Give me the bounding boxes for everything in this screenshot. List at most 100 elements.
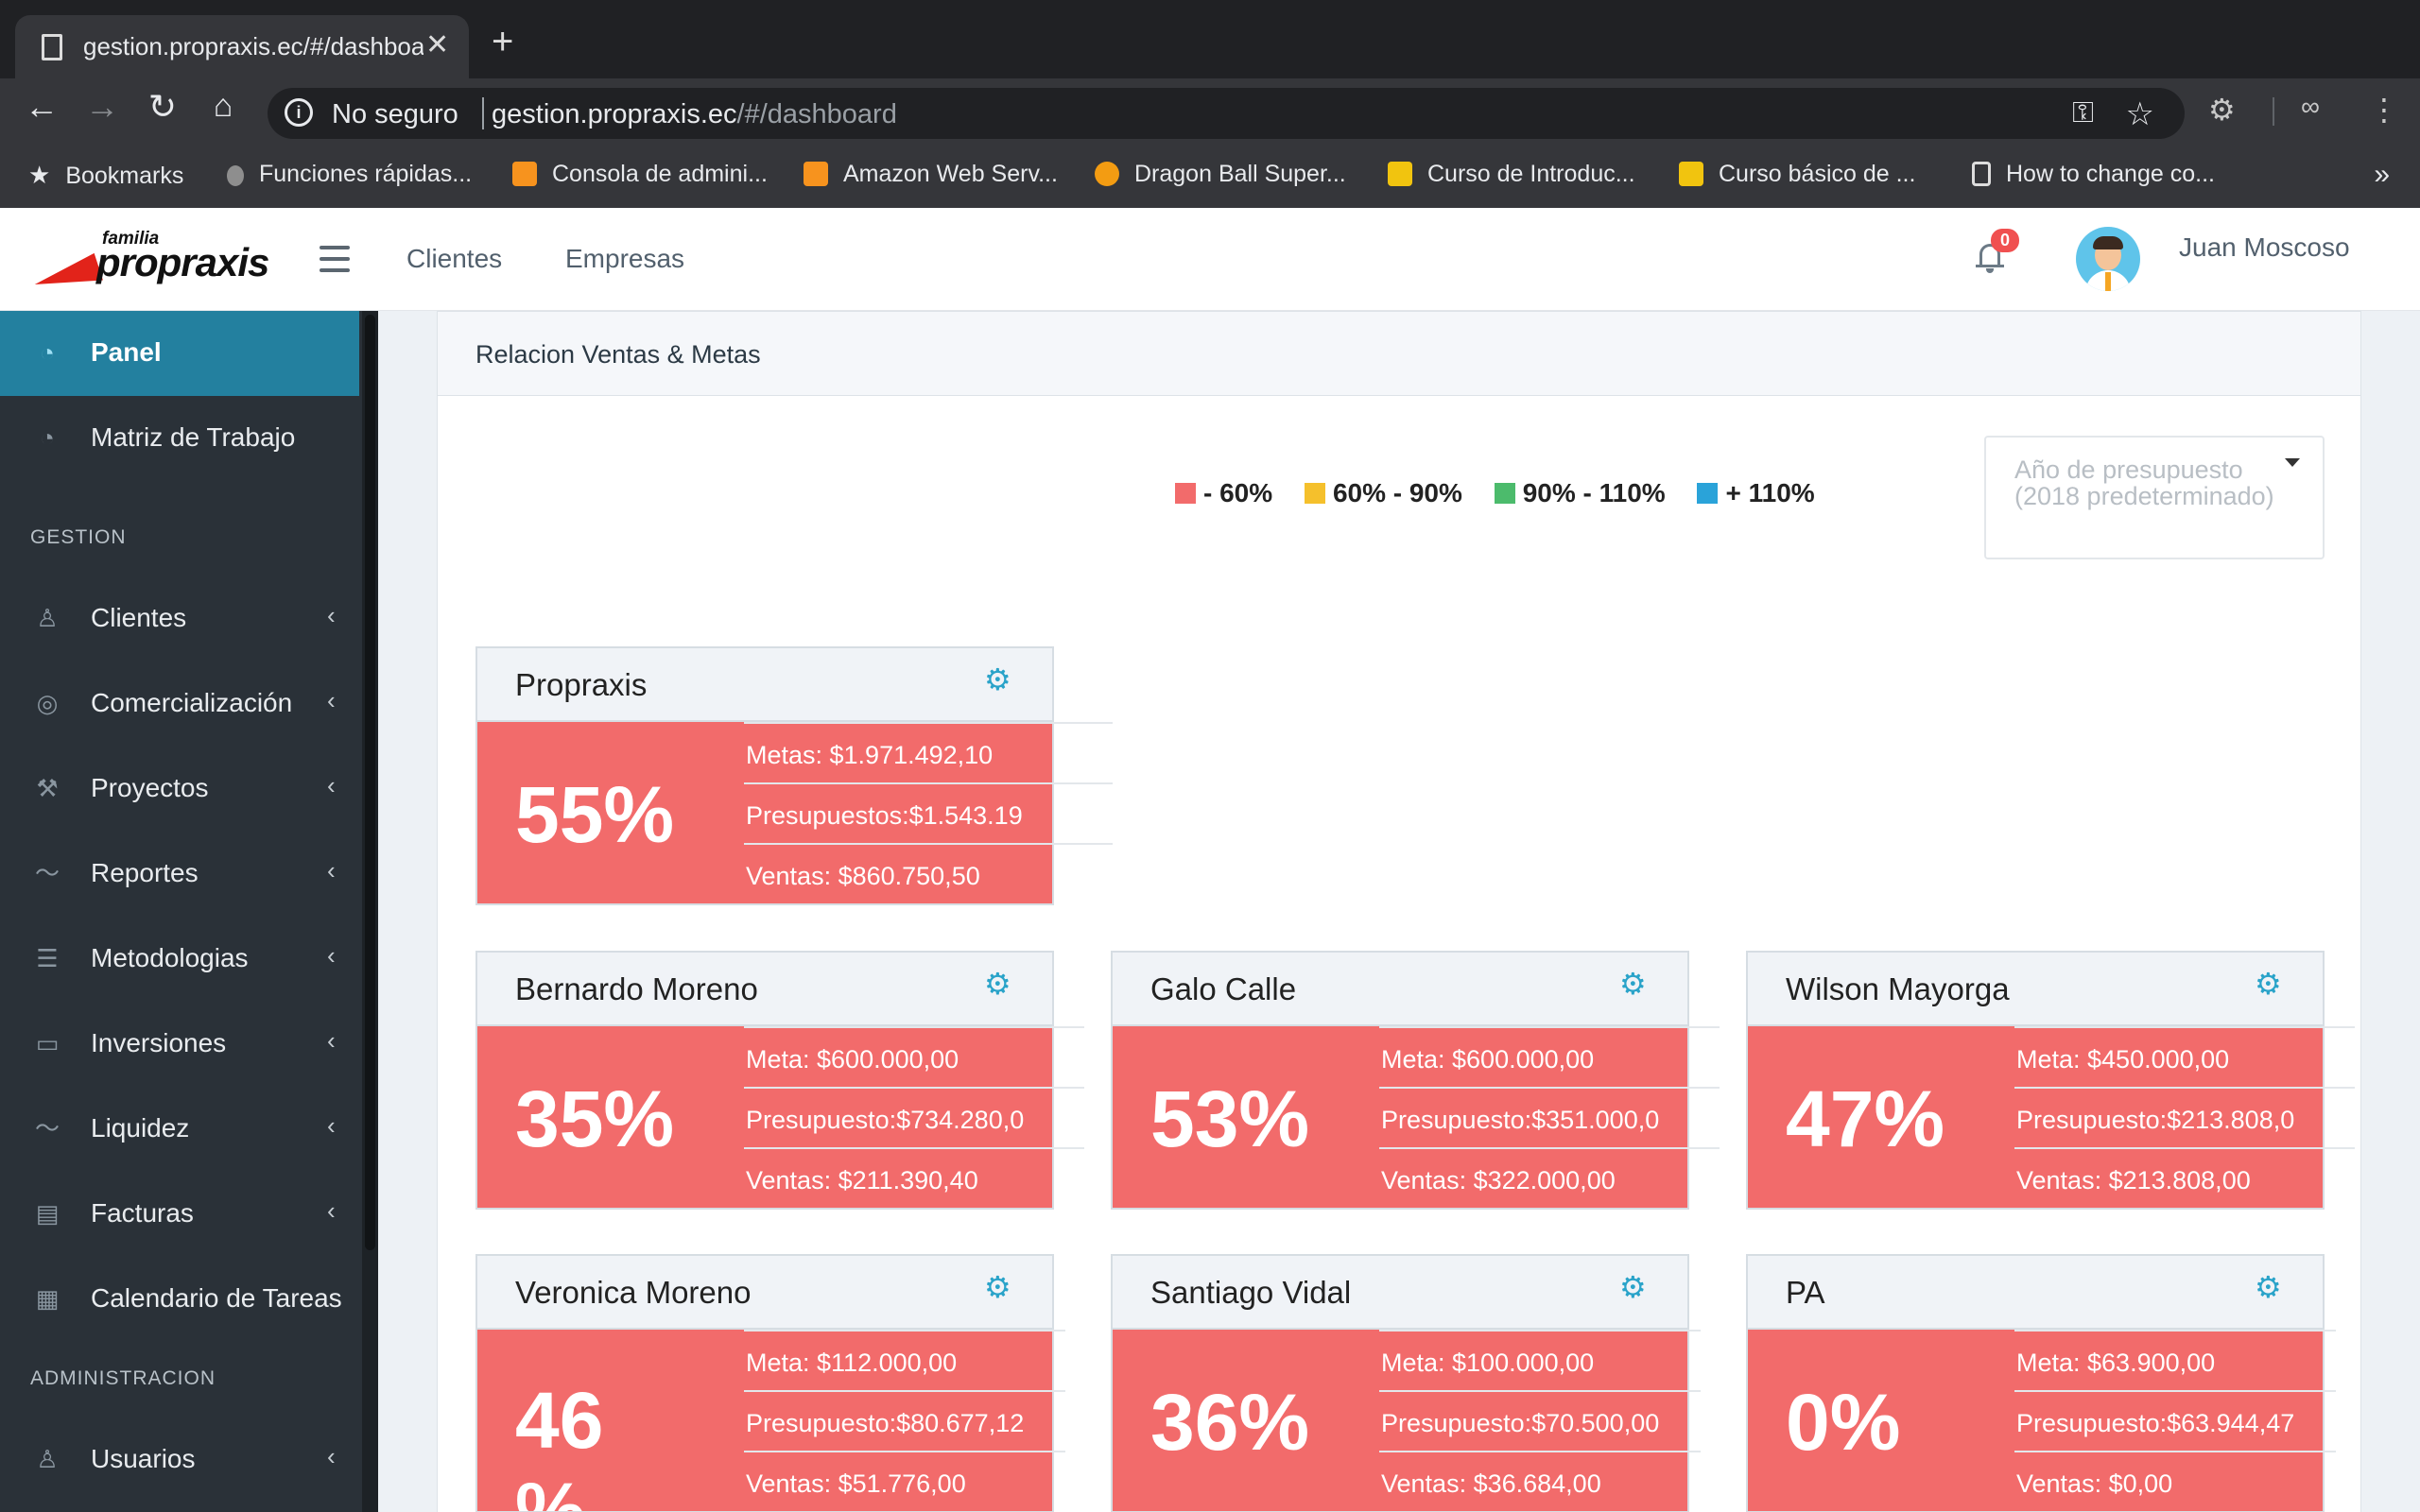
home-icon[interactable]: ⌂	[202, 90, 244, 122]
user-name[interactable]: Juan Moscoso	[2179, 232, 2350, 263]
meta-value: Metas: $1.971.492,10	[746, 741, 994, 769]
sidebar-item-panel[interactable]: ◔ Panel	[0, 311, 359, 396]
key-icon[interactable]: ⚿	[2072, 97, 2094, 129]
bookmark-item[interactable]: Curso de Introduc...	[1388, 161, 1635, 188]
gear-icon[interactable]: ⚙	[1619, 966, 1647, 1002]
card-header: PA ⚙	[1746, 1254, 2325, 1330]
bookmarks-bar: ★ Bookmarks Funciones rápidas... Consola …	[0, 147, 2420, 208]
divider	[744, 782, 1113, 784]
chevron-left-icon: ‹	[327, 601, 336, 629]
card-title: Propraxis	[515, 667, 648, 702]
divider	[1379, 1087, 1720, 1089]
gear-icon[interactable]: ⚙	[2255, 1269, 2282, 1305]
avatar[interactable]	[2076, 227, 2140, 291]
menu-dots-icon[interactable]: ⋮	[2369, 92, 2399, 128]
sidebar-item-metodologias[interactable]: ☰ Metodologias ‹	[0, 917, 359, 1002]
bookmark-item[interactable]: Funciones rápidas...	[227, 161, 472, 188]
new-tab-button[interactable]: +	[492, 23, 513, 60]
ventas-value: Ventas: $322.000,00	[1381, 1166, 1616, 1194]
extension-gear-icon[interactable]: ⚙	[2208, 92, 2236, 128]
gear-icon[interactable]: ⚙	[984, 662, 1011, 697]
list-icon: ☰	[36, 944, 59, 972]
chevron-left-icon: ‹	[327, 941, 336, 970]
nav-clientes[interactable]: Clientes	[406, 244, 502, 274]
sidebar-item-proyectos[interactable]: ⚒ Proyectos ‹	[0, 747, 359, 832]
apple-icon	[227, 165, 244, 186]
card-header: Galo Calle ⚙	[1111, 951, 1689, 1026]
gear-icon[interactable]: ⚙	[1619, 1269, 1647, 1305]
not-secure-label[interactable]: No seguro	[332, 99, 458, 130]
person-card: PA ⚙ 0% Meta: $63.900,00 Presupuesto:$63…	[1746, 1254, 2336, 1512]
budget-year-select[interactable]: Año de presupuesto (2018 predeterminado)	[1984, 436, 2325, 559]
notification-badge: 0	[1991, 229, 2020, 252]
card-body: 0% Meta: $63.900,00 Presupuesto:$63.944,…	[1746, 1330, 2325, 1512]
incognito-icon[interactable]: ∞	[2301, 92, 2320, 122]
star-icon[interactable]: ☆	[2126, 95, 2154, 133]
browser-toolbar: ← → ↻ ⌂ i No seguro gestion.propraxis.ec…	[0, 78, 2420, 147]
logo[interactable]: familia propraxis	[31, 229, 270, 301]
divider	[744, 1147, 1084, 1149]
divider	[2014, 1451, 2336, 1452]
divider	[1379, 1451, 1701, 1452]
divider	[2014, 1026, 2355, 1028]
sidebar-item-facturas[interactable]: ▤ Facturas ‹	[0, 1172, 359, 1257]
star-icon: ★	[28, 161, 51, 189]
legend-item: 90% - 110%	[1494, 478, 1666, 508]
info-icon[interactable]: i	[285, 98, 313, 127]
divider	[744, 1087, 1084, 1089]
sidebar-item-calendario[interactable]: ▦ Calendario de Tareas	[0, 1257, 359, 1342]
card-header: Bernardo Moreno ⚙	[475, 951, 1054, 1026]
percentage: 46 %	[515, 1376, 604, 1512]
legend-item: + 110%	[1697, 478, 1815, 508]
bookmark-item[interactable]: Amazon Web Serv...	[804, 161, 1058, 188]
legend: - 60% 60% - 90% 90% - 110% + 110%	[1175, 478, 1840, 508]
bookmark-item[interactable]: How to change co...	[1972, 161, 2215, 188]
ventas-value: Ventas: $51.776,00	[746, 1469, 966, 1498]
gear-icon[interactable]: ⚙	[984, 966, 1011, 1002]
presupuesto-value: Presupuesto:$80.677,12	[746, 1409, 1025, 1437]
forward-icon[interactable]: →	[81, 90, 123, 124]
divider	[744, 1330, 1065, 1332]
scrollbar-thumb[interactable]	[365, 315, 375, 1250]
bookmark-item[interactable]: Dragon Ball Super...	[1095, 161, 1346, 188]
divider	[2014, 1147, 2355, 1149]
close-tab-icon[interactable]: ✕	[425, 28, 449, 61]
nav-empresas[interactable]: Empresas	[565, 244, 684, 274]
bookmark-item[interactable]: Consola de admini...	[512, 161, 768, 188]
gear-icon[interactable]: ⚙	[2255, 966, 2282, 1002]
sidebar-item-clientes[interactable]: ♙ Clientes ‹	[0, 576, 359, 662]
sidebar-item-label: Metodologias	[91, 943, 249, 972]
percentage: 0%	[1786, 1378, 1901, 1467]
sidebar: ◔ Panel ◔ Matriz de Trabajo GESTION ♙ Cl…	[0, 311, 378, 1512]
reload-icon[interactable]: ↻	[142, 90, 183, 124]
card-title: Veronica Moreno	[515, 1275, 752, 1310]
presupuesto-value: Presupuesto:$63.944,47	[2016, 1409, 2295, 1437]
bookmark-item[interactable]: ★ Bookmarks	[28, 161, 183, 190]
sidebar-item-matriz[interactable]: ◔ Matriz de Trabajo	[0, 396, 359, 481]
bookmark-item[interactable]: Curso básico de ...	[1679, 161, 1915, 188]
sidebar-scrollbar[interactable]	[362, 311, 378, 1512]
dashboard-icon: ◔	[40, 338, 55, 367]
hamburger-menu-icon[interactable]	[320, 246, 350, 280]
more-bookmarks-icon[interactable]: »	[2374, 159, 2390, 191]
divider	[2014, 1330, 2336, 1332]
gear-icon[interactable]: ⚙	[984, 1269, 1011, 1305]
card-title: Bernardo Moreno	[515, 971, 758, 1006]
sidebar-item-reportes[interactable]: 〜 Reportes ‹	[0, 832, 359, 917]
address-bar[interactable]: i No seguro gestion.propraxis.ec/#/dashb…	[268, 88, 2185, 139]
page-icon	[1972, 162, 1991, 186]
back-icon[interactable]: ←	[21, 90, 62, 124]
legend-swatch	[1494, 483, 1515, 504]
presupuesto-value: Presupuesto:$351.000,0	[1381, 1106, 1660, 1134]
sidebar-item-usuarios[interactable]: ♙ Usuarios ‹	[0, 1418, 359, 1503]
sidebar-item-label: Matriz de Trabajo	[91, 422, 296, 452]
target-icon: ◎	[36, 689, 59, 717]
url-text[interactable]: gestion.propraxis.ec/#/dashboard	[492, 99, 897, 130]
sidebar-item-liquidez[interactable]: 〜 Liquidez ‹	[0, 1087, 359, 1172]
company-card: Propraxis ⚙ 55% Metas: $1.971.492,10 Pre…	[475, 646, 1113, 905]
browser-tab[interactable]: gestion.propraxis.ec/#/dashboard ✕	[15, 15, 469, 78]
sidebar-item-inversiones[interactable]: ▭ Inversiones ‹	[0, 1002, 359, 1087]
ventas-value: Ventas: $211.390,40	[746, 1166, 978, 1194]
sidebar-item-comercializacion[interactable]: ◎ Comercialización ‹	[0, 662, 359, 747]
separator	[2273, 97, 2274, 126]
